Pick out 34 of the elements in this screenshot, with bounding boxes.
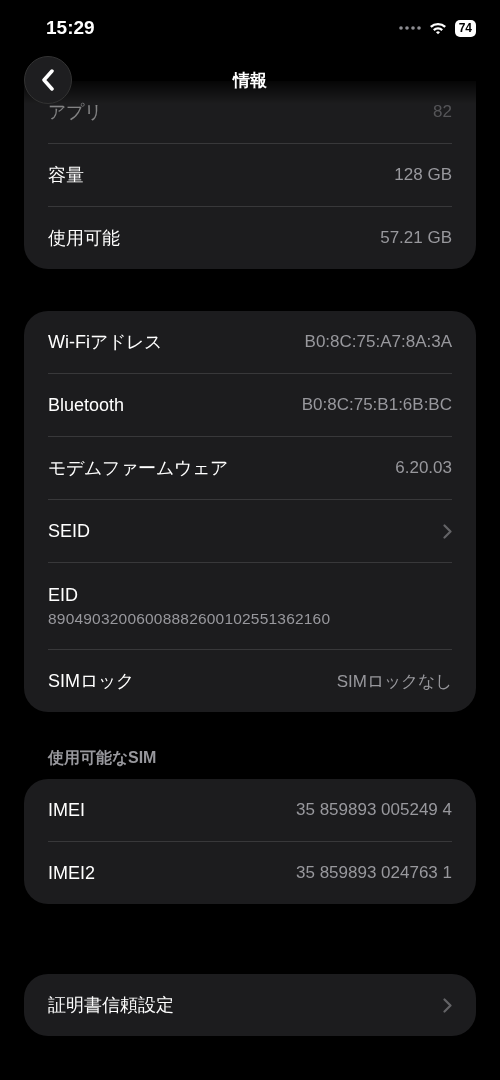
row-label: アプリ [48,101,102,124]
row-value: 57.21 GB [380,228,452,248]
back-button[interactable] [24,56,72,104]
back-icon [41,69,55,91]
settings-row[interactable]: SEID [48,499,452,562]
row-label: IMEI [48,799,85,821]
row-value: 128 GB [394,165,452,185]
section-header: 使用可能なSIM [46,748,158,769]
row-label: IMEI2 [48,862,95,884]
status-time: 15:29 [46,17,95,39]
battery-indicator: 74 [454,19,476,37]
row-label: モデムファームウェア [48,457,228,480]
row-label: Bluetooth [48,394,125,416]
row-value: B0:8C:75:B1:6B:BC [301,395,452,415]
chevron-icon [443,997,452,1013]
row-label: SIMロック [48,670,134,693]
row-value: SIMロックなし [336,670,452,693]
row-value: B0:8C:75:A7:8A:3A [304,332,452,352]
row-value: 35 859893 005249 4 [296,800,452,820]
row-value: 35 859893 024763 1 [296,863,452,883]
row-value: 6.20.03 [395,458,452,478]
row-label: 証明書信頼設定 [48,994,174,1017]
wifi-icon [428,21,447,35]
row-value: 82 [433,102,452,122]
row-label: 使用可能 [48,227,120,250]
row-label: SEID [48,520,90,542]
row-label: Wi-Fiアドレス [48,331,162,354]
signal-icon [398,26,421,30]
row-value: 89049032006008882600102551362160 [48,609,331,628]
nav-title: 情報 [233,69,267,92]
chevron-icon [443,523,452,539]
row-label: 容量 [48,164,84,187]
settings-row[interactable]: 証明書信頼設定 [48,974,452,1036]
row-label: EID [48,584,78,606]
